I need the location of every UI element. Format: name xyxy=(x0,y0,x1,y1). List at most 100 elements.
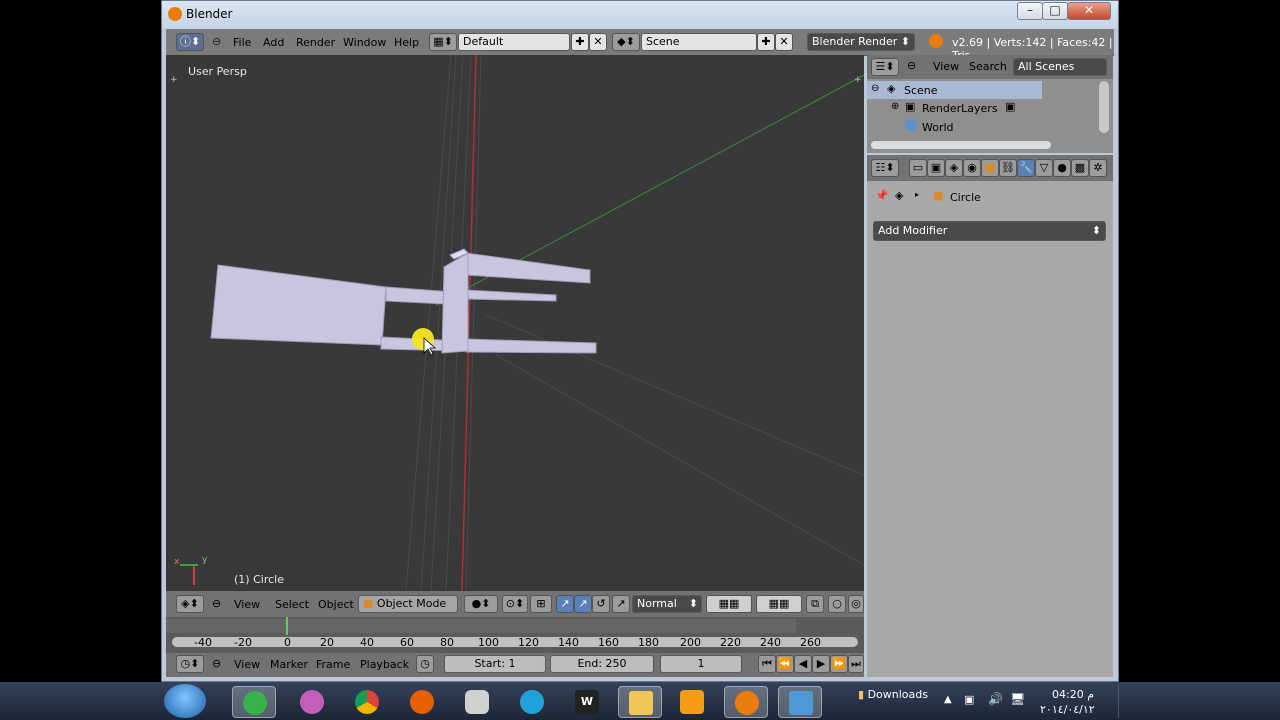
menu-view[interactable]: View xyxy=(933,60,959,73)
action-center-icon[interactable]: ▣ xyxy=(964,693,974,706)
add-scene-button[interactable]: ✚ xyxy=(757,33,775,51)
world-tab-icon[interactable]: ◉ xyxy=(963,159,981,177)
render-preview-button[interactable]: ○ xyxy=(828,595,846,613)
start-button[interactable] xyxy=(164,684,206,718)
current-frame-marker[interactable] xyxy=(286,617,288,635)
menu-render[interactable]: Render xyxy=(296,36,335,49)
scene-icon[interactable]: ◆⬍ xyxy=(612,33,640,51)
constraints-tab-icon[interactable]: ⛓ xyxy=(999,159,1017,177)
rotate-manipulator-button[interactable]: ↗ xyxy=(574,595,592,613)
properties-toggle-icon[interactable]: + xyxy=(854,75,862,85)
taskbar-app-explorer[interactable] xyxy=(618,686,662,718)
render-layer-toggle-icon[interactable]: ▣ xyxy=(1005,100,1015,113)
collapse-icon[interactable]: ⊖ xyxy=(212,35,221,48)
data-tab-icon[interactable]: ▽ xyxy=(1035,159,1053,177)
menu-frame[interactable]: Frame xyxy=(316,658,350,671)
transform-orientation-icon[interactable]: ↗ xyxy=(612,595,630,613)
jump-keyframe-back-button[interactable]: ⏪ xyxy=(776,655,794,673)
downloads-toolbar[interactable]: ▮ Downloads xyxy=(858,688,928,706)
collapse-icon[interactable]: ⊖ xyxy=(871,83,879,94)
start-frame-field[interactable]: Start: 1 xyxy=(444,655,546,673)
editor-type-button[interactable]: ◷⬍ xyxy=(176,655,204,673)
camera-button[interactable]: ◎ xyxy=(848,595,864,613)
menu-window[interactable]: Window xyxy=(343,36,386,49)
taskbar-app-camtasia[interactable] xyxy=(232,686,276,718)
modifiers-tab-icon[interactable]: 🔧 xyxy=(1017,159,1035,177)
editor-type-button[interactable]: ☷⬍ xyxy=(871,159,899,177)
timeline[interactable]: -40 -20 0 20 40 60 80 100 120 140 160 18… xyxy=(166,617,864,653)
menu-file[interactable]: File xyxy=(233,36,251,49)
menu-object[interactable]: Object xyxy=(318,598,354,611)
show-desktop-button[interactable] xyxy=(1118,684,1131,718)
transform-orientation-dropdown[interactable]: Normal ⬍ xyxy=(632,595,702,613)
render-tab-icon[interactable]: ▭ xyxy=(909,159,927,177)
mode-dropdown[interactable]: ■ Object Mode xyxy=(358,595,458,613)
scale-manipulator-button[interactable]: ↺ xyxy=(592,595,610,613)
menu-playback[interactable]: Playback xyxy=(360,658,409,671)
render-layers-tab-icon[interactable]: ▣ xyxy=(927,159,945,177)
jump-end-button[interactable]: ⏭ xyxy=(848,655,864,673)
remove-scene-button[interactable]: ✕ xyxy=(775,33,793,51)
taskbar-app-player[interactable] xyxy=(670,686,714,718)
add-modifier-dropdown[interactable]: Add Modifier ⬍ xyxy=(873,221,1106,241)
jump-start-button[interactable]: ⏮ xyxy=(758,655,776,673)
taskbar-app-blender[interactable] xyxy=(724,686,768,718)
menu-select[interactable]: Select xyxy=(275,598,309,611)
screen-layout-field[interactable]: Default xyxy=(458,33,570,51)
menu-search[interactable]: Search xyxy=(969,60,1007,73)
collapse-icon[interactable]: ⊖ xyxy=(212,597,221,610)
play-reverse-button[interactable]: ◀ xyxy=(794,655,812,673)
show-hidden-icons[interactable]: ▲ xyxy=(944,694,952,705)
clock-icon[interactable]: ◷ xyxy=(416,655,434,673)
layer-buttons-group-2[interactable]: ▦▦ xyxy=(756,595,802,613)
translate-manipulator-button[interactable]: ↗ xyxy=(556,595,574,613)
jump-keyframe-forward-button[interactable]: ⏩ xyxy=(830,655,848,673)
minimize-button[interactable]: – xyxy=(1017,2,1043,20)
taskbar-app-firefox[interactable] xyxy=(400,686,444,718)
taskbar-app-chrome[interactable] xyxy=(345,686,389,718)
clock-date[interactable]: ٢٠١٤/٠٤/١٢ xyxy=(1040,703,1095,716)
3d-viewport[interactable]: User Persp (1) Circle y x + + xyxy=(166,55,864,591)
texture-tab-icon[interactable]: ▩ xyxy=(1071,159,1089,177)
end-frame-field[interactable]: End: 250 xyxy=(550,655,654,673)
taskbar-app-game[interactable] xyxy=(455,686,499,718)
editor-type-button[interactable]: ◈⬍ xyxy=(176,595,204,613)
maximize-button[interactable]: □ xyxy=(1042,2,1068,20)
scene-tab-icon[interactable]: ◈ xyxy=(945,159,963,177)
pivot-point-button[interactable]: ⊙⬍ xyxy=(502,595,528,613)
collapse-icon[interactable]: ⊖ xyxy=(212,657,221,670)
manipulator-button[interactable]: ⊞ xyxy=(530,595,552,613)
add-screen-button[interactable]: ✚ xyxy=(571,33,589,51)
editor-type-button[interactable]: ⓘ⬍ xyxy=(176,33,204,51)
taskbar-app-b[interactable] xyxy=(510,686,554,718)
menu-add[interactable]: Add xyxy=(263,36,284,49)
outliner-hscrollbar[interactable] xyxy=(871,141,1051,149)
play-button[interactable]: ▶ xyxy=(812,655,830,673)
current-frame-field[interactable]: 1 xyxy=(660,655,742,673)
layer-buttons-group-1[interactable]: ▦▦ xyxy=(706,595,752,613)
physics-tab-icon[interactable]: ✲ xyxy=(1089,159,1107,177)
network-icon[interactable]: 🖥 xyxy=(1010,692,1025,706)
outliner-row-scene[interactable]: ⊖ ◈ Scene xyxy=(867,81,1042,99)
menu-view[interactable]: View xyxy=(234,598,260,611)
clock-time[interactable]: 04:20 م xyxy=(1052,688,1094,701)
pin-icon[interactable]: 📌 xyxy=(875,189,889,202)
outliner-row-world[interactable]: World xyxy=(867,118,1042,136)
menu-marker[interactable]: Marker xyxy=(270,658,308,671)
viewport-shading-button[interactable]: ●⬍ xyxy=(464,595,498,613)
outliner-vscrollbar[interactable] xyxy=(1099,81,1109,133)
expand-icon[interactable]: ⊕ xyxy=(891,101,899,112)
outliner-row-renderlayers[interactable]: ⊕ ▣ RenderLayers ▣ xyxy=(867,99,1042,117)
outliner-list[interactable]: ⊖ ◈ Scene ⊕ ▣ RenderLayers ▣ World xyxy=(867,79,1113,153)
close-button[interactable]: ✕ xyxy=(1067,2,1111,20)
volume-icon[interactable]: 🔊 xyxy=(988,692,1003,706)
window-titlebar[interactable]: Blender – □ ✕ xyxy=(162,1,1118,29)
remove-screen-button[interactable]: ✕ xyxy=(589,33,607,51)
toolbar-toggle-icon[interactable]: + xyxy=(170,75,178,85)
outliner-filter-dropdown[interactable]: All Scenes xyxy=(1013,58,1107,76)
menu-view[interactable]: View xyxy=(234,658,260,671)
editor-type-button[interactable]: ☰⬍ xyxy=(871,58,899,76)
scene-field[interactable]: Scene xyxy=(641,33,757,51)
taskbar-app-media[interactable] xyxy=(290,686,334,718)
collapse-icon[interactable]: ⊖ xyxy=(907,59,916,72)
